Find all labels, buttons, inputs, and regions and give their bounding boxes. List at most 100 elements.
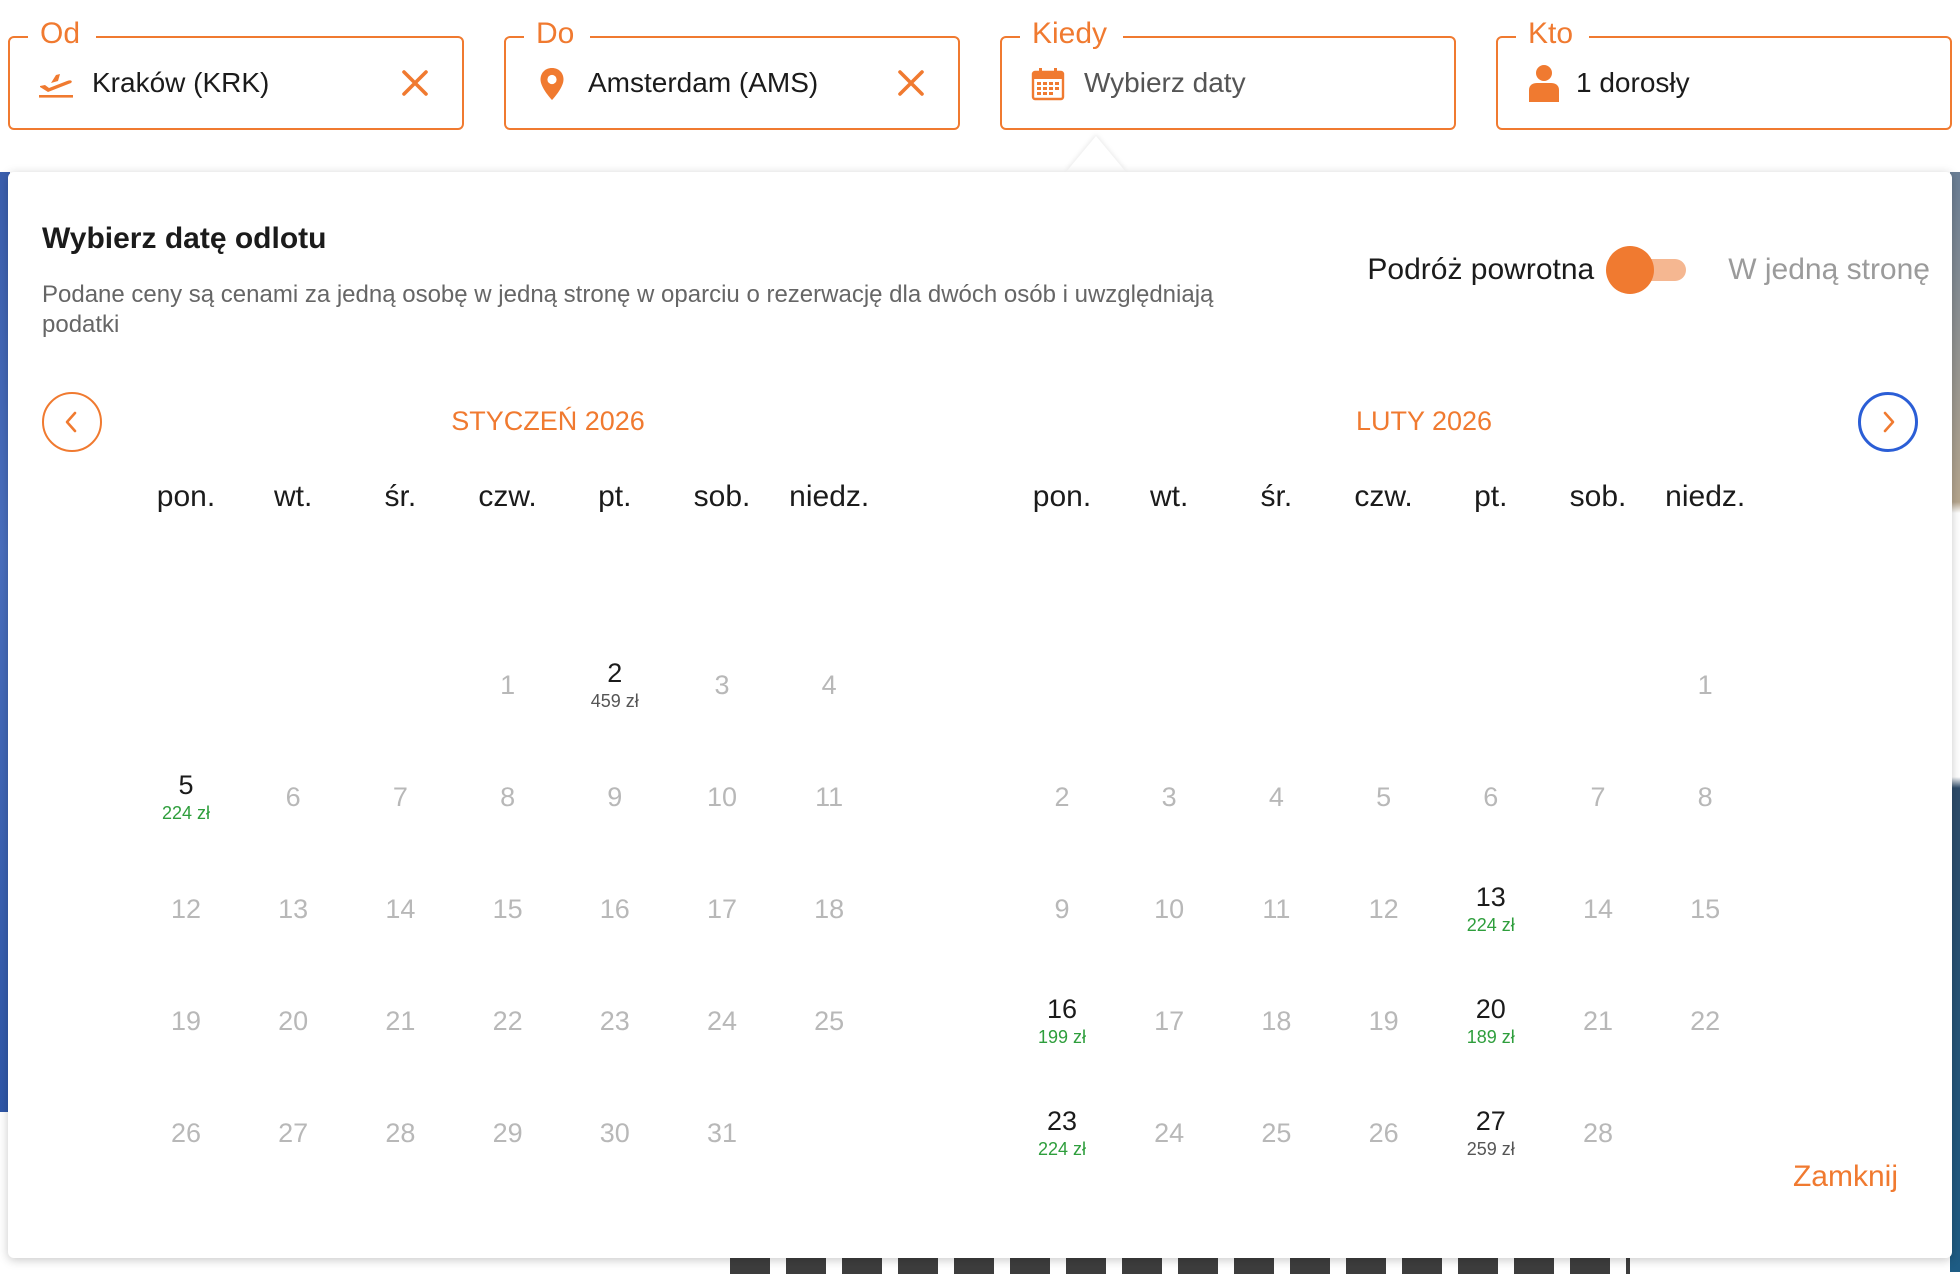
calendar-day-available[interactable]: 5 224 zł xyxy=(136,768,236,858)
day-number: 3 xyxy=(1161,782,1177,812)
day-number: 4 xyxy=(1268,782,1284,812)
day-number: 6 xyxy=(1483,782,1499,812)
calendar-day-available[interactable]: 16 199 zł xyxy=(1012,992,1112,1082)
day-number: 31 xyxy=(706,1118,738,1148)
when-field[interactable]: Kiedy Wybierz daty xyxy=(1000,16,1456,130)
next-month-button[interactable] xyxy=(1858,392,1918,452)
day-number: 26 xyxy=(1368,1118,1399,1148)
day-number: 13 xyxy=(1475,882,1506,912)
to-value[interactable]: Amsterdam (AMS) xyxy=(588,38,818,128)
day-number: 20 xyxy=(278,1006,309,1036)
day-number: 9 xyxy=(607,782,623,812)
day-number: 4 xyxy=(821,670,837,700)
to-field[interactable]: Do Amsterdam (AMS) xyxy=(504,16,960,130)
price-note: Podane ceny są cenami za jedną osobę w j… xyxy=(42,281,1214,338)
day-number: 25 xyxy=(814,1006,845,1036)
day-number: 10 xyxy=(706,782,738,812)
day-price: 259 zł xyxy=(1466,1139,1515,1159)
calendar-day-disabled: 7 xyxy=(350,768,450,858)
calendar-day-available[interactable]: 27 259 zł xyxy=(1441,1104,1541,1194)
calendar-day-disabled: 9 xyxy=(565,768,665,858)
day-number: 7 xyxy=(392,782,408,812)
weekday-label: śr. xyxy=(384,480,417,513)
who-value[interactable]: 1 dorosły xyxy=(1576,38,1690,128)
day-number: 14 xyxy=(385,894,416,924)
weekday-label: czw. xyxy=(1354,480,1413,513)
calendar-day-disabled: 3 xyxy=(1119,768,1219,858)
calendar-day-available[interactable]: 20 189 zł xyxy=(1441,992,1541,1082)
who-field[interactable]: Kto 1 dorosły xyxy=(1496,16,1952,130)
day-number: 19 xyxy=(1368,1006,1399,1036)
weekday-label: pon. xyxy=(156,480,216,513)
day-number: 3 xyxy=(714,670,730,700)
from-field[interactable]: Od Kraków (KRK) xyxy=(8,16,464,130)
calendar-day-disabled: 11 xyxy=(1226,880,1326,970)
calendar-day-disabled: 23 xyxy=(565,992,665,1082)
day-number: 21 xyxy=(385,1006,416,1036)
from-value[interactable]: Kraków (KRK) xyxy=(92,38,269,128)
close-icon xyxy=(898,70,924,96)
calendar-day-available[interactable]: 2 459 zł xyxy=(565,656,665,746)
day-number: 22 xyxy=(492,1006,523,1036)
calendar-day-disabled: 10 xyxy=(1119,880,1219,970)
calendar-day-disabled: 28 xyxy=(1548,1104,1648,1194)
calendar-day-disabled: 17 xyxy=(672,880,772,970)
plane-takeoff-icon xyxy=(36,64,76,104)
calendar-day-disabled: 29 xyxy=(458,1104,558,1194)
weekday-label: śr. xyxy=(1260,480,1293,513)
calendar-day-disabled: 6 xyxy=(1441,768,1541,858)
to-clear-button[interactable] xyxy=(892,64,930,102)
day-number: 24 xyxy=(1154,1118,1185,1148)
weekday-label: czw. xyxy=(478,480,537,513)
calendar-day-disabled: 5 xyxy=(1334,768,1434,858)
day-number: 7 xyxy=(1590,782,1606,812)
day-number: 30 xyxy=(599,1118,630,1148)
close-button[interactable]: Zamknij xyxy=(1793,1160,1898,1194)
calendar-day-disabled: 1 xyxy=(458,656,558,746)
chevron-right-icon xyxy=(1883,411,1895,433)
when-placeholder[interactable]: Wybierz daty xyxy=(1084,38,1246,128)
calendar-day-disabled: 18 xyxy=(1226,992,1326,1082)
month-calendar-january: STYCZEŃ 2026 pon. wt. śr. czw. pt. sob. niedz.… xyxy=(118,396,978,1148)
day-price: 224 zł xyxy=(161,803,211,823)
trip-type-switch[interactable] xyxy=(1606,246,1690,294)
weekday-label: wt. xyxy=(274,480,313,513)
calendar-day-disabled: 6 xyxy=(243,768,343,858)
day-number: 28 xyxy=(385,1118,416,1148)
weekday-label: pt. xyxy=(1474,480,1508,513)
previous-month-button[interactable] xyxy=(42,392,102,452)
day-number: 18 xyxy=(814,894,845,924)
calendar-day-disabled: 25 xyxy=(779,992,879,1082)
calendar-day-disabled: 19 xyxy=(136,992,236,1082)
day-number: 16 xyxy=(1046,994,1078,1024)
switch-knob xyxy=(1606,246,1655,294)
calendar-day-disabled: 13 xyxy=(243,880,343,970)
calendar-day-disabled: 28 xyxy=(350,1104,450,1194)
day-number: 29 xyxy=(492,1118,523,1148)
calendar-day-disabled: 21 xyxy=(350,992,450,1082)
calendar-day-available[interactable]: 23 224 zł xyxy=(1012,1104,1112,1194)
chevron-left-icon xyxy=(65,411,77,433)
from-clear-button[interactable] xyxy=(396,64,434,102)
one-way-label[interactable]: W jedną stronę xyxy=(1728,253,1930,287)
day-number: 21 xyxy=(1582,1006,1614,1036)
calendar-day-available[interactable]: 13 224 zł xyxy=(1441,880,1541,970)
popup-title: Wybierz datę odlotu xyxy=(42,222,327,255)
day-number: 23 xyxy=(599,1006,630,1036)
calendar-day-disabled: 4 xyxy=(779,656,879,746)
day-number: 26 xyxy=(170,1118,202,1148)
day-price: 459 zł xyxy=(590,691,639,711)
calendar-day-disabled: 15 xyxy=(458,880,558,970)
day-price: 224 zł xyxy=(1037,1139,1087,1159)
day-price: 224 zł xyxy=(1466,915,1515,935)
day-number: 15 xyxy=(1690,894,1721,924)
calendar-day-disabled: 15 xyxy=(1655,880,1755,970)
close-icon xyxy=(402,70,428,96)
day-number: 15 xyxy=(492,894,523,924)
weekday-label: sob. xyxy=(1569,480,1627,513)
round-trip-label[interactable]: Podróż powrotna xyxy=(1367,253,1594,287)
month-title: LUTY 2026 xyxy=(1355,406,1493,436)
date-picker-popup: Wybierz datę odlotu Podane ceny są cenam… xyxy=(8,172,1952,1258)
calendar-day-disabled: 22 xyxy=(1655,992,1755,1082)
trip-type-toggle: Podróż powrotna W jedną stronę xyxy=(1367,242,1930,298)
